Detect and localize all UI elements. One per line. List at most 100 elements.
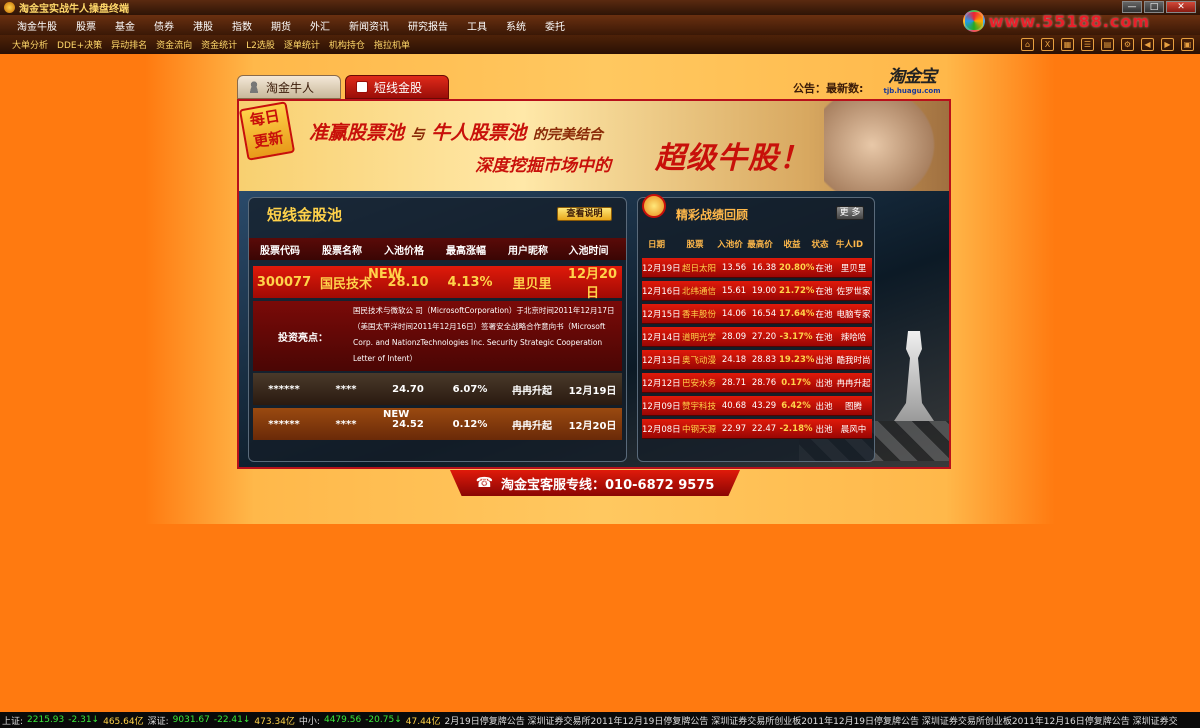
featured-stock-row[interactable]: 300077 国民技术 28.10 4.13% 里贝里 12月20日 NEW <box>253 266 622 301</box>
news-ticker[interactable]: 2月19日停复牌公告 深圳证券交易所2011年12月19日停复牌公告 深圳证券交… <box>445 714 1178 727</box>
menu-item[interactable]: 工具 <box>467 18 487 33</box>
menu-item[interactable]: 指数 <box>232 18 252 33</box>
menu-item[interactable]: 新闻资讯 <box>349 18 389 33</box>
toolbar-item[interactable]: 资金流向 <box>156 38 192 51</box>
more-button[interactable]: 更 多 <box>836 206 864 220</box>
menu-item[interactable]: 委托 <box>545 18 565 33</box>
status: 出池 <box>815 424 833 435</box>
stock-name: **** <box>335 383 357 395</box>
table-row[interactable]: 12月13日 奥飞动漫 24.18 28.83 19.23% 出池 酷我时尚 <box>642 350 872 370</box>
promo-banner: 每日 更新 准赢股票池 与 牛人股票池 的完美结合 深度挖掘市场中的 超级牛股！ <box>239 101 949 211</box>
investment-highlight: 投资亮点： 国民技术与微软公 司（MicrosoftCorporation）于北… <box>253 301 622 371</box>
brand-logo[interactable]: www.55188.com <box>962 10 1150 32</box>
service-hotline: ☎ 淘金宝客服专线：010-6872 9575 <box>450 470 740 496</box>
toolbar-item[interactable]: DDE+决策 <box>57 38 102 51</box>
menu-item[interactable]: 基金 <box>115 18 135 33</box>
table-row[interactable]: 12月19日 超日太阳 13.56 16.38 20.80% 在池 里贝里 <box>642 258 872 278</box>
excel-icon[interactable]: X <box>1041 38 1054 51</box>
menu-item[interactable]: 期货 <box>271 18 291 33</box>
table-row[interactable]: 12月12日 巴安水务 28.71 28.76 0.17% 出池 冉冉升起 <box>642 373 872 393</box>
entry-price: 22.97 <box>721 423 747 434</box>
menu-item[interactable]: 股票 <box>76 18 96 33</box>
menu-item[interactable]: 外汇 <box>310 18 330 33</box>
tab-taojin-niuren[interactable]: 淘金牛人 <box>237 75 341 99</box>
entry-price: 28.09 <box>721 331 747 342</box>
status: 在池 <box>815 263 833 274</box>
toolbar-item[interactable]: 逐单统计 <box>284 38 320 51</box>
highlight-text: 国民技术与微软公 司（MicrosoftCorporation）于北京时间201… <box>353 306 615 363</box>
table-row[interactable]: 12月15日 香丰股份 14.06 16.54 17.64% 在池 电脑专家 <box>642 304 872 324</box>
tjb-logo: 淘金宝 tjb.huagu.com <box>880 62 944 98</box>
user-id: 晨风中 <box>840 424 867 435</box>
tab-duanxian-jingu[interactable]: 短线金股 <box>345 75 449 99</box>
sz-label: 深证: <box>147 716 169 727</box>
view-explanation-button[interactable]: 查看说明 <box>557 207 612 221</box>
entry-price: 13.56 <box>721 262 747 273</box>
main-stage: 淘金牛人 短线金股 公告：最新数: 淘金宝 tjb.huagu.com 每日 更… <box>0 54 1200 708</box>
menu-item[interactable]: 淘金牛股 <box>17 18 57 33</box>
menu-item[interactable]: 研究报告 <box>408 18 448 33</box>
profit: 17.64% <box>779 308 815 319</box>
settings-icon[interactable]: ⚙ <box>1121 38 1134 51</box>
stock-name: 赞宇科技 <box>681 401 716 412</box>
table-row[interactable]: 12月08日 中钢天源 22.97 22.47 -2.18% 出池 晨风中 <box>642 419 872 439</box>
daily-update-badge: 每日 更新 <box>239 101 296 161</box>
banner-line1a: 准赢股票池 <box>309 122 405 144</box>
pool-table-header: 股票代码 股票名称 入池价格 最高涨幅 用户昵称 入池时间 <box>249 238 626 260</box>
date: 12月14日 <box>642 332 681 343</box>
page-icon <box>356 81 368 93</box>
table-row[interactable]: 12月16日 北纬通信 15.61 19.00 21.72% 在池 佐罗世家 <box>642 281 872 301</box>
list-icon[interactable]: ☰ <box>1081 38 1094 51</box>
grid-icon[interactable]: ▦ <box>1061 38 1074 51</box>
performance-review-box: 精彩战绩回顾 更 多 日期 股票 入池价 最高价 收益 状态 牛人ID 12月1… <box>637 194 875 462</box>
stock-name: 道明光学 <box>681 332 716 343</box>
col-header: 最高价 <box>747 240 773 250</box>
person-icon <box>248 81 260 93</box>
zx-label: 中小: <box>298 716 320 727</box>
menu-item[interactable]: 债券 <box>154 18 174 33</box>
menu-item[interactable]: 港股 <box>193 18 213 33</box>
toolbar-item[interactable]: 机构持仓 <box>329 38 365 51</box>
user-id: 图腾 <box>844 401 862 412</box>
new-badge: NEW <box>368 267 403 282</box>
tjb-logo-sub: tjb.huagu.com <box>883 87 941 95</box>
window-title: 淘金宝实战牛人操盘终端 <box>19 4 129 15</box>
col-header: 收益 <box>783 240 801 250</box>
high-price: 16.54 <box>751 308 777 319</box>
entry-price: 24.52 <box>392 418 424 430</box>
sz-change: -22.41↓ <box>213 715 251 725</box>
profit: 19.23% <box>779 354 815 365</box>
tab-label: 短线金股 <box>374 80 423 95</box>
app-logo-icon <box>4 2 15 13</box>
home-icon[interactable]: ⌂ <box>1021 38 1034 51</box>
table-row[interactable]: ****** **** 24.70 6.07% 冉冉升起 12月19日 <box>253 373 622 405</box>
tjb-logo-name: 淘金宝 <box>888 67 937 87</box>
stock-name: 巴安水务 <box>681 378 716 389</box>
toolbar-item[interactable]: 拖拉机单 <box>374 38 410 51</box>
table-row[interactable]: 12月09日 赞宇科技 40.68 43.29 6.42% 出池 图腾 <box>642 396 872 416</box>
date: 12月08日 <box>642 424 681 435</box>
close-button[interactable]: ✕ <box>1166 1 1196 13</box>
stock-code: ****** <box>268 383 300 395</box>
window-icon[interactable]: ▣ <box>1181 38 1194 51</box>
chart-icon[interactable]: ▤ <box>1101 38 1114 51</box>
brand-url: www.55188.com <box>988 11 1150 31</box>
back-icon[interactable]: ◀ <box>1141 38 1154 51</box>
col-header: 股票代码 <box>260 245 300 257</box>
toolbar-item[interactable]: L2选股 <box>246 38 275 51</box>
table-row[interactable]: ****** **** 24.52 0.12% 冉冉升起 12月20日 NEW <box>253 408 622 440</box>
toolbar-item[interactable]: 异动排名 <box>111 38 147 51</box>
forward-icon[interactable]: ▶ <box>1161 38 1174 51</box>
brand-swirl-icon <box>962 10 985 32</box>
toolbar-item[interactable]: 资金统计 <box>201 38 237 51</box>
status: 出池 <box>815 401 833 412</box>
col-header: 用户昵称 <box>508 245 548 257</box>
toolbar-item[interactable]: 大单分析 <box>12 38 48 51</box>
sh-index: 2215.93 <box>27 715 65 725</box>
zx-index: 4479.56 <box>323 715 362 725</box>
menu-item[interactable]: 系统 <box>506 18 526 33</box>
profit: -2.18% <box>779 423 813 434</box>
banner-line3: 超级牛股！ <box>655 141 810 176</box>
table-row[interactable]: 12月14日 道明光学 28.09 27.20 -3.17% 在池 辣哈哈 <box>642 327 872 347</box>
status: 在池 <box>815 286 833 297</box>
